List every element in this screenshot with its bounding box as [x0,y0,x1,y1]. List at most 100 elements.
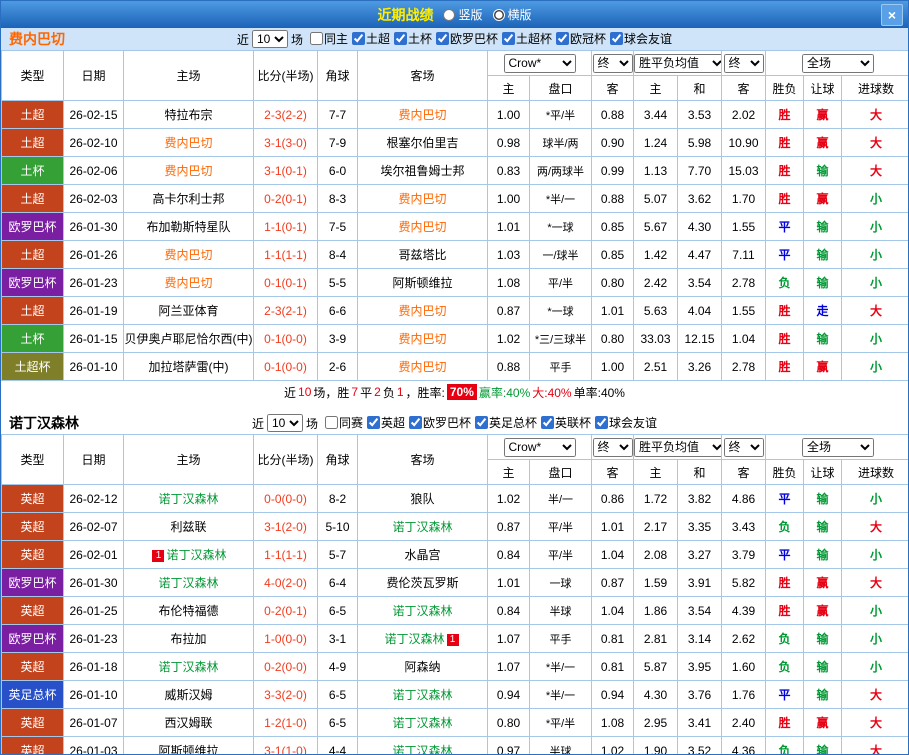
final-europe-select[interactable]: 终 [723,437,764,457]
filter-checkbox[interactable]: 同赛 [324,414,363,431]
europe-draw-odds: 3.35 [677,512,722,541]
home-team-cell: 高卡尔利士邦 [123,184,254,213]
filter-checkbox[interactable]: 土杯 [393,30,432,47]
checkbox[interactable] [475,416,489,429]
competition-badge: 欧罗巴杯 [1,212,64,241]
asian-handicap: *平/半 [529,100,592,129]
europe-lose-odds: 10.90 [721,128,766,157]
asian-away-odds: 0.81 [591,624,634,653]
asian-home-odds: 1.01 [487,568,530,597]
europe-avg-select[interactable]: 胜平负均值 [634,53,721,73]
competition-badge: 英足总杯 [1,680,64,709]
result-goals: 大 [840,512,908,541]
col-score: 比分(半场) [253,434,318,485]
filter-checkbox[interactable]: 同主 [309,30,348,47]
europe-avg-select[interactable]: 胜平负均值 [634,437,721,457]
match-date: 26-01-10 [63,352,124,381]
team-name-text: 费内巴切 [398,108,447,122]
match-score: 2-3(2-1) [253,296,318,325]
odds-source-header: Crow* [487,434,592,460]
checkbox[interactable] [610,32,624,45]
team-name-text: 费伦茨瓦罗斯 [386,576,459,590]
competition-badge: 英超 [1,736,64,754]
filter-checkbox[interactable]: 英联杯 [541,414,591,431]
horizontal-layout-radio[interactable] [492,8,505,21]
layout-option-vertical[interactable]: 竖版 [443,6,483,23]
asian-away-odds: 0.88 [591,184,634,213]
layout-option-horizontal[interactable]: 横版 [492,6,532,23]
corner-count: 2-6 [317,352,358,381]
col-type: 类型 [1,434,64,485]
filter-checkbox[interactable]: 欧罗巴杯 [436,30,498,47]
match-date: 26-02-15 [63,100,124,129]
match-count-select[interactable]: 10 [251,30,288,48]
match-count-select[interactable]: 10 [266,414,303,432]
asian-away-odds: 0.99 [591,156,634,185]
full-match-select[interactable]: 全场 [802,53,874,73]
result-outcome: 负 [765,652,804,681]
match-row: 土超 26-02-15 特拉布宗 2-3(2-2) 7-7 费内巴切 1.00 *平/半 0.8… [1,100,908,129]
asian-away-odds: 1.04 [591,540,634,569]
home-team-cell: 加拉塔萨雷(中) [123,352,254,381]
odds-source-select[interactable]: Crow* [503,53,576,73]
europe-win-odds: 2.51 [633,352,678,381]
result-outcome: 负 [765,736,804,754]
away-team-cell: 诺丁汉森林 [357,736,488,754]
corner-count: 5-10 [317,512,358,541]
away-team-cell: 诺丁汉森林 1 [357,624,488,653]
home-team-cell: 费内巴切 [123,268,254,297]
match-date: 26-01-10 [63,680,124,709]
europe-lose-odds: 2.78 [721,352,766,381]
corner-count: 5-5 [317,268,358,297]
final-odds-select[interactable]: 终 [592,437,633,457]
checkbox-label: 欧罗巴杯 [450,32,499,46]
checkbox[interactable] [351,32,365,45]
final-europe-select[interactable]: 终 [723,53,764,73]
home-team-cell: 西汉姆联 [123,708,254,737]
filter-checkbox[interactable]: 欧罗巴杯 [409,414,471,431]
checkbox[interactable] [541,416,555,429]
filter-checkbox[interactable]: 英足总杯 [475,414,537,431]
section-divider [1,403,908,412]
home-team-cell: 阿斯顿维拉 [123,736,254,754]
checkbox-label: 欧冠杯 [570,32,607,46]
match-row: 英超 26-01-18 诺丁汉森林 0-2(0-0) 4-9 阿森纳 1.07 *半/一 0.8… [1,652,908,681]
competition-badge: 土超杯 [1,352,64,381]
close-icon[interactable]: × [881,4,903,26]
full-match-select[interactable]: 全场 [802,437,874,457]
result-outcome: 胜 [765,324,804,353]
checkbox[interactable] [393,32,407,45]
final-odds-select[interactable]: 终 [592,53,633,73]
checkbox[interactable] [309,32,323,45]
europe-lose-odds: 4.39 [721,596,766,625]
competition-badge: 英超 [1,484,64,513]
match-date: 26-01-23 [63,624,124,653]
europe-lose-odds: 2.62 [721,624,766,653]
asian-home-odds: 0.97 [487,736,530,754]
checkbox[interactable] [409,416,422,429]
checkbox[interactable] [436,32,449,45]
summary-segment: 平 [360,385,373,400]
vertical-layout-radio[interactable] [443,8,456,21]
filter-checkbox[interactable]: 土超杯 [502,30,552,47]
asian-away-odds: 0.90 [591,128,634,157]
checkbox[interactable] [366,416,380,429]
europe-lose-odds: 2.02 [721,100,766,129]
europe-win-odds: 1.42 [633,240,678,269]
checkbox-label: 球会友谊 [624,32,673,46]
filter-checkbox[interactable]: 球会友谊 [595,414,657,431]
checkbox[interactable] [324,416,338,429]
horizontal-layout-label: 横版 [507,8,532,22]
subcol-win: 主 [633,459,678,485]
checkbox[interactable] [502,32,516,45]
filter-checkbox[interactable]: 欧冠杯 [556,30,606,47]
filter-checkbox[interactable]: 英超 [366,414,405,431]
filter-checkbox[interactable]: 球会友谊 [610,30,672,47]
filter-checkbox[interactable]: 土超 [351,30,390,47]
odds-source-select[interactable]: Crow* [503,437,576,457]
competition-badge: 英超 [1,512,64,541]
checkbox[interactable] [556,32,570,45]
checkbox[interactable] [595,416,609,429]
match-row: 欧罗巴杯 26-01-23 布拉加 1-0(0-0) 3-1 诺丁汉森林 1 1.07 平手 0.… [1,624,908,653]
match-score: 0-2(0-1) [253,184,318,213]
